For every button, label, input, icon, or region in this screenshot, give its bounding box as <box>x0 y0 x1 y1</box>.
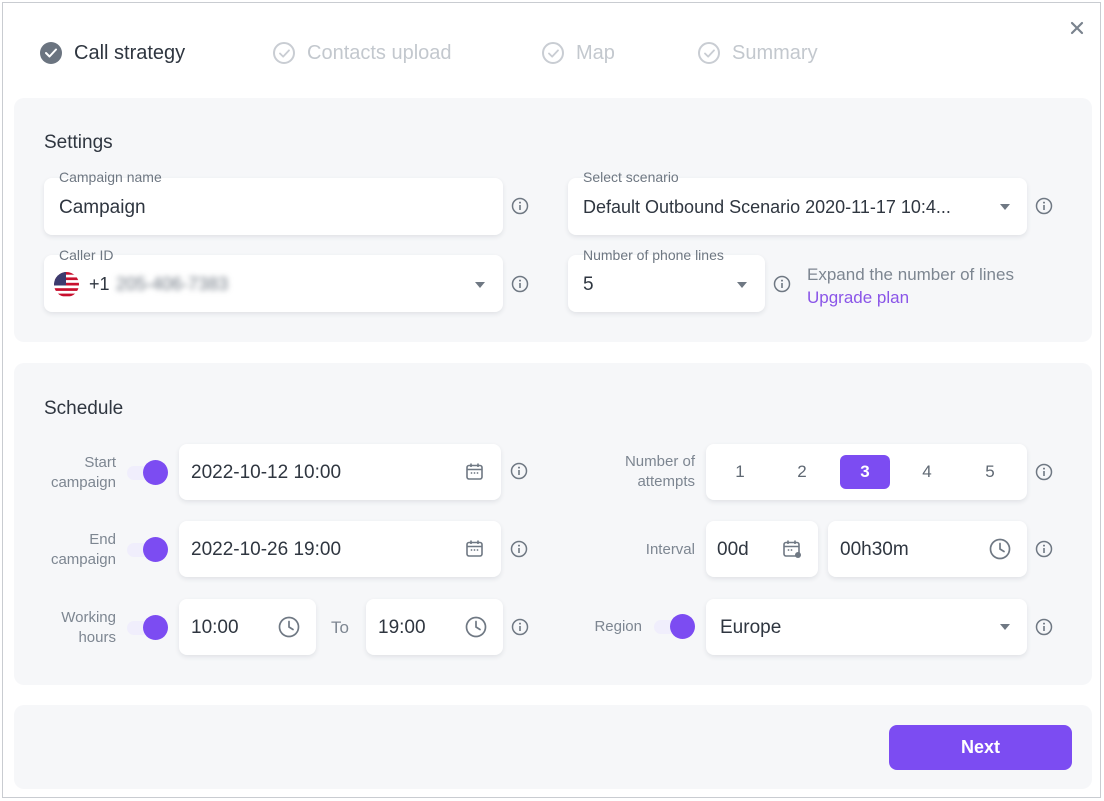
phone-lines-value: 5 <box>583 274 594 295</box>
attempt-option-1[interactable]: 1 <box>715 455 765 489</box>
chevron-down-icon <box>1000 204 1010 210</box>
campaign-name-value[interactable]: Campaign <box>59 197 146 219</box>
clock-icon[interactable] <box>278 616 300 643</box>
caller-id-number: 205-406-7383 <box>116 274 229 294</box>
attempt-option-5[interactable]: 5 <box>965 455 1015 489</box>
working-hours-to-value: 19:00 <box>378 617 426 638</box>
phone-lines-select[interactable] <box>568 255 765 312</box>
step-call-strategy[interactable]: Call strategy <box>40 40 185 66</box>
step-label: Map <box>576 41 615 64</box>
toggle-knob <box>143 615 168 640</box>
calendar-icon[interactable] <box>465 462 484 486</box>
toggle-knob <box>143 537 168 562</box>
info-icon[interactable] <box>1035 197 1053 215</box>
toggle-knob <box>670 614 695 639</box>
label-line: hours <box>78 629 116 646</box>
check-circle-outline-icon <box>698 42 720 64</box>
label-line: End <box>89 531 116 548</box>
settings-title: Settings <box>44 132 113 153</box>
step-contacts-upload[interactable]: Contacts upload <box>273 40 452 66</box>
step-label: Call strategy <box>74 41 186 64</box>
to-label: To <box>331 618 349 637</box>
region-toggle[interactable] <box>654 614 696 639</box>
attempts-label: Number of attempts <box>600 452 695 492</box>
caller-id-prefix: +1 <box>89 274 110 294</box>
info-icon[interactable] <box>511 275 529 293</box>
us-flag-icon <box>54 272 79 297</box>
info-icon[interactable] <box>1035 463 1053 481</box>
start-date-value: 2022-10-12 10:00 <box>191 462 342 483</box>
next-button[interactable]: Next <box>889 725 1072 770</box>
phone-lines-label: Number of phone lines <box>583 247 724 263</box>
close-icon[interactable] <box>1066 17 1088 39</box>
chevron-down-icon <box>1000 624 1010 630</box>
label-line: campaign <box>50 474 116 491</box>
upgrade-plan-link[interactable]: Upgrade plan <box>807 288 909 308</box>
info-icon[interactable] <box>510 540 528 558</box>
info-icon[interactable] <box>511 197 529 215</box>
end-date-value: 2022-10-26 19:00 <box>191 539 342 560</box>
start-campaign-label: Start campaign <box>30 453 116 493</box>
end-campaign-toggle[interactable] <box>127 537 169 562</box>
info-icon[interactable] <box>511 618 529 636</box>
campaign-name-label: Campaign name <box>59 169 162 185</box>
expand-lines-text: Expand the number of lines <box>807 265 1014 284</box>
label-line: attempts <box>637 473 695 490</box>
attempt-option-2[interactable]: 2 <box>777 455 827 489</box>
interval-time-value: 00h30m <box>840 539 909 560</box>
interval-label: Interval <box>645 541 695 558</box>
region-value: Europe <box>720 617 782 638</box>
attempt-option-3[interactable]: 3 <box>840 455 890 489</box>
clock-icon[interactable] <box>989 538 1011 565</box>
toggle-knob <box>143 460 168 485</box>
label-line: Number of <box>624 453 695 470</box>
label-line: Start <box>84 454 116 471</box>
working-hours-from-value: 10:00 <box>191 617 239 638</box>
caller-id-label: Caller ID <box>59 247 114 263</box>
check-circle-outline-icon <box>273 42 295 64</box>
region-label: Region <box>594 618 642 635</box>
start-campaign-toggle[interactable] <box>127 460 169 485</box>
step-label: Contacts upload <box>307 41 452 64</box>
interval-days-value: 00d <box>717 539 749 560</box>
working-hours-toggle[interactable] <box>127 615 169 640</box>
end-campaign-label: End campaign <box>30 530 116 570</box>
scenario-label: Select scenario <box>583 169 679 185</box>
attempt-option-4[interactable]: 4 <box>902 455 952 489</box>
label-line: campaign <box>50 551 116 568</box>
scenario-value: Default Outbound Scenario 2020-11-17 10:… <box>583 197 951 217</box>
calendar-icon[interactable] <box>782 539 803 565</box>
info-icon[interactable] <box>1035 540 1053 558</box>
chevron-down-icon <box>475 282 485 288</box>
check-circle-outline-icon <box>542 42 564 64</box>
step-label: Summary <box>732 41 818 64</box>
check-circle-icon <box>40 42 62 64</box>
working-hours-label: Working hours <box>30 608 116 648</box>
step-map[interactable]: Map <box>542 40 615 66</box>
info-icon[interactable] <box>773 275 791 293</box>
calendar-icon[interactable] <box>465 539 484 563</box>
info-icon[interactable] <box>510 462 528 480</box>
info-icon[interactable] <box>1035 618 1053 636</box>
caller-id-select[interactable] <box>44 255 503 312</box>
chevron-down-icon <box>737 282 747 288</box>
label-line: Working <box>61 609 116 626</box>
schedule-title: Schedule <box>44 398 124 419</box>
step-summary[interactable]: Summary <box>698 40 818 66</box>
clock-icon[interactable] <box>465 616 487 643</box>
